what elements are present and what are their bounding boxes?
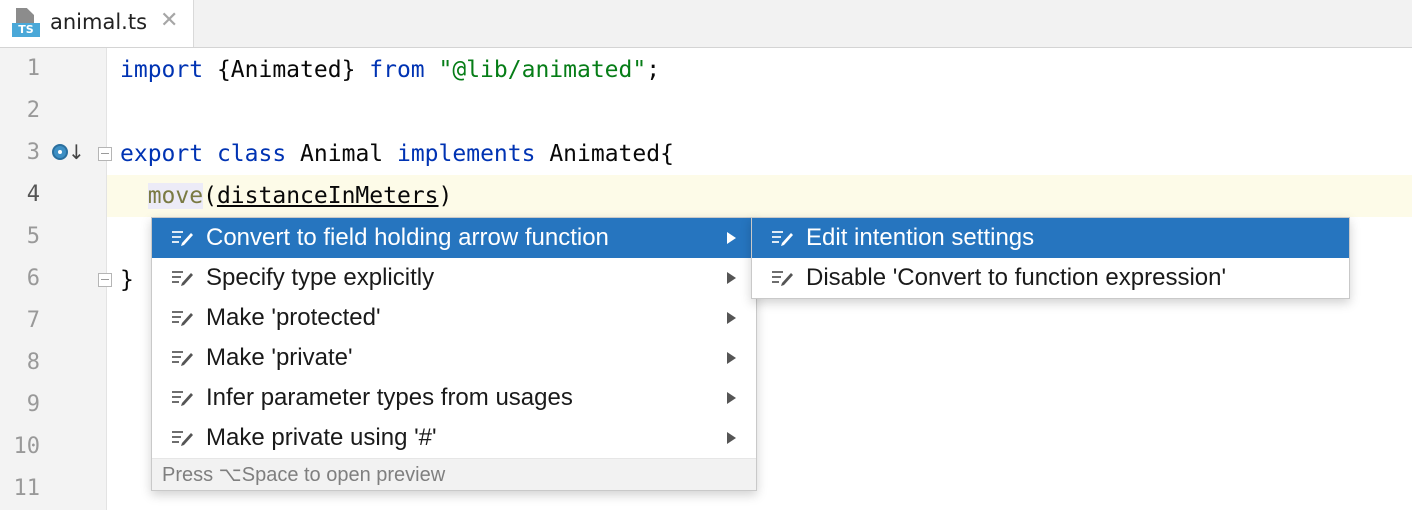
line-number: 7 bbox=[26, 308, 40, 333]
code-text: {Animated} bbox=[203, 57, 370, 83]
typescript-file-icon: TS bbox=[12, 8, 40, 38]
code-text: Animal bbox=[286, 141, 397, 167]
intention-submenu: Edit intention settings Disable 'Convert… bbox=[751, 217, 1350, 299]
close-icon[interactable]: ✕ bbox=[160, 8, 178, 33]
keyword: export bbox=[120, 141, 204, 167]
menu-item-label: Specify type explicitly bbox=[206, 264, 435, 291]
line-number: 1 bbox=[26, 56, 40, 81]
code-text: ) bbox=[438, 183, 453, 209]
intention-pencil-icon bbox=[772, 228, 794, 248]
method-name: move bbox=[147, 183, 204, 209]
editor-tab-bar: TS animal.ts ✕ bbox=[0, 0, 1412, 48]
code-line-6[interactable]: } bbox=[120, 259, 134, 301]
line-number: 5 bbox=[26, 224, 40, 249]
line-number: 9 bbox=[26, 392, 40, 417]
intention-pencil-icon bbox=[172, 308, 194, 328]
code-text: ; bbox=[646, 57, 661, 83]
menu-item-label: Edit intention settings bbox=[806, 224, 1035, 251]
intention-pencil-icon bbox=[172, 428, 194, 448]
line-number: 6 bbox=[26, 266, 40, 291]
submenu-arrow-icon bbox=[727, 272, 736, 284]
menu-item-label: Convert to field holding arrow function bbox=[206, 224, 609, 251]
tab-title: animal.ts bbox=[50, 10, 148, 34]
line-number-gutter: 1 2 3 4 5 6 7 8 9 10 11 bbox=[0, 48, 107, 510]
code-line-4[interactable]: move(distanceInMeters) bbox=[120, 175, 452, 217]
popup-footer-hint: Press ⌥Space to open preview bbox=[152, 458, 756, 490]
keyword: class bbox=[216, 141, 287, 167]
code-text: ( bbox=[203, 183, 217, 209]
menu-item-label: Make 'private' bbox=[206, 344, 353, 371]
menu-item-specify-type[interactable]: Specify type explicitly bbox=[152, 258, 756, 298]
code-line-3[interactable]: export class Animal implements Animated{ bbox=[120, 133, 674, 175]
menu-item-make-private[interactable]: Make 'private' bbox=[152, 338, 756, 378]
line-number: 2 bbox=[26, 98, 40, 123]
menu-item-label: Disable 'Convert to function expression' bbox=[806, 264, 1227, 291]
menu-item-make-private-hash[interactable]: Make private using '#' bbox=[152, 418, 756, 458]
menu-item-make-protected[interactable]: Make 'protected' bbox=[152, 298, 756, 338]
line-number: 10 bbox=[13, 434, 41, 459]
line-number: 4 bbox=[26, 182, 40, 207]
fold-marker-icon[interactable] bbox=[98, 273, 112, 287]
keyword: import bbox=[120, 57, 204, 83]
string-literal: "@lib/animated" bbox=[438, 57, 647, 83]
keyword: from bbox=[369, 57, 425, 83]
intention-pencil-icon bbox=[172, 268, 194, 288]
keyword: implements bbox=[396, 141, 536, 167]
code-text: } bbox=[120, 267, 134, 293]
tab-animal-ts[interactable]: TS animal.ts ✕ bbox=[0, 0, 194, 47]
code-text: Animated{ bbox=[535, 141, 674, 167]
code-line-1[interactable]: import {Animated} from "@lib/animated"; bbox=[120, 49, 660, 91]
implemented-method-icon[interactable]: ↓ bbox=[52, 140, 85, 166]
submenu-arrow-icon bbox=[727, 232, 736, 244]
menu-item-convert-to-field-arrow-function[interactable]: Convert to field holding arrow function bbox=[152, 218, 756, 258]
fold-marker-icon[interactable] bbox=[98, 147, 112, 161]
intention-actions-popup: Convert to field holding arrow function … bbox=[151, 217, 757, 491]
submenu-arrow-icon bbox=[727, 312, 736, 324]
menu-item-disable-intention[interactable]: Disable 'Convert to function expression' bbox=[752, 258, 1349, 298]
intention-pencil-icon bbox=[772, 268, 794, 288]
menu-item-label: Infer parameter types from usages bbox=[206, 384, 573, 411]
intention-pencil-icon bbox=[172, 228, 194, 248]
submenu-arrow-icon bbox=[727, 352, 736, 364]
submenu-arrow-icon bbox=[727, 392, 736, 404]
line-number: 11 bbox=[13, 476, 41, 501]
intention-pencil-icon bbox=[172, 348, 194, 368]
intention-pencil-icon bbox=[172, 388, 194, 408]
line-number: 3 bbox=[26, 140, 40, 165]
parameter-name: distanceInMeters bbox=[216, 183, 439, 209]
line-number: 8 bbox=[26, 350, 40, 375]
menu-item-label: Make 'protected' bbox=[206, 304, 381, 331]
menu-item-infer-parameter-types[interactable]: Infer parameter types from usages bbox=[152, 378, 756, 418]
menu-item-label: Make private using '#' bbox=[206, 424, 437, 451]
submenu-arrow-icon bbox=[727, 432, 736, 444]
menu-item-edit-intention-settings[interactable]: Edit intention settings bbox=[752, 218, 1349, 258]
